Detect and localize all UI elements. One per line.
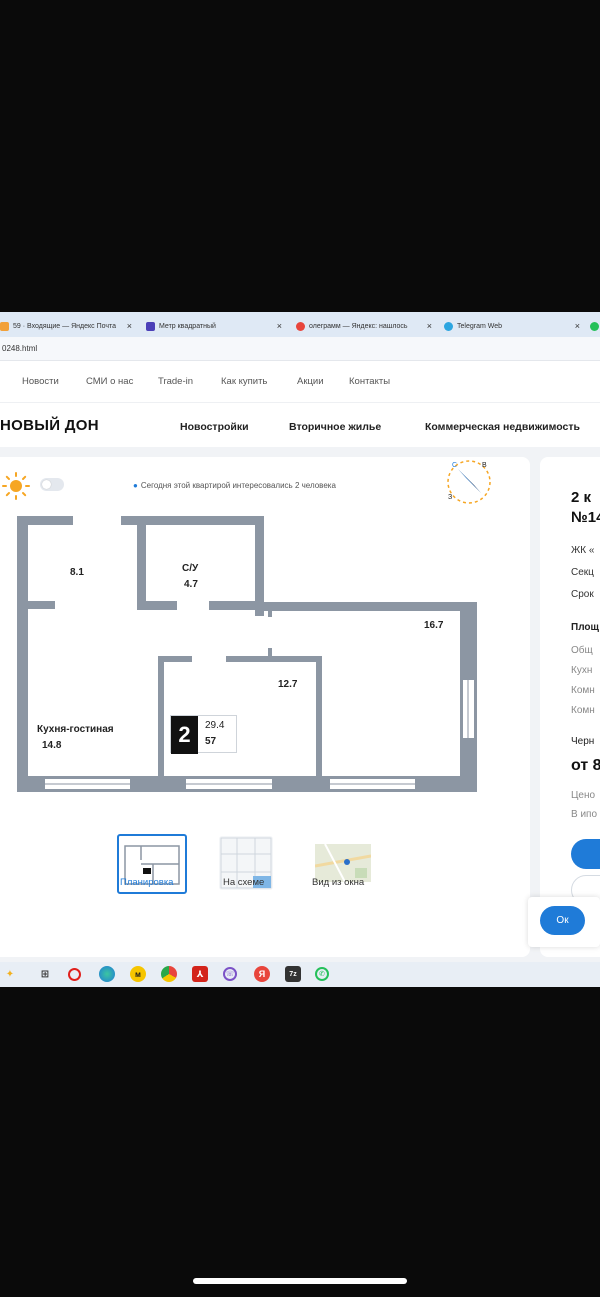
logo-text: НОВЫЙ ДОН <box>0 417 99 434</box>
mail-icon <box>0 321 9 331</box>
term-line: Срок <box>571 589 594 600</box>
chrome-icon[interactable] <box>161 966 177 982</box>
opera-icon[interactable] <box>68 968 81 981</box>
area-total: Общ <box>571 645 593 656</box>
browser-tabbar: 59 · Входящие — Яндекс Почта × Метр квад… <box>0 312 600 337</box>
tab-label: 59 · Входящие — Яндекс Почта <box>13 322 117 330</box>
section-line: Секц <box>571 567 594 578</box>
room-area-8-1: 8.1 <box>70 567 84 578</box>
browser-tab-mail[interactable]: 59 · Входящие — Яндекс Почта × <box>0 315 138 337</box>
browser-tab-telegram[interactable]: Telegram Web × <box>444 315 586 337</box>
viber-icon[interactable]: ☏ <box>223 967 237 981</box>
price-note-1: Цено <box>571 790 596 801</box>
main-nav: НОВЫЙ ДОН Новостройки Вторичное жилье Ко… <box>0 403 600 447</box>
bullet-icon: ● <box>133 481 138 490</box>
price: от 8 <box>571 757 600 774</box>
main-nav-new-buildings[interactable]: Новостройки <box>180 421 249 433</box>
primary-action-button[interactable] <box>571 839 600 869</box>
floor-plan <box>17 516 477 792</box>
ok-button[interactable]: Ок <box>540 906 585 935</box>
browser-tab-metr[interactable]: Метр квадратный × <box>146 315 288 337</box>
tab-label: Метр квадратный <box>159 322 216 330</box>
task-view-icon[interactable]: ⊞ <box>37 966 53 982</box>
yandex-market-icon[interactable]: м <box>130 966 146 982</box>
cookie-popup: Ок <box>528 897 600 947</box>
site-icon <box>146 321 155 331</box>
theme-toggle[interactable] <box>40 478 64 491</box>
top-nav: Новости СМИ о нас Trade-in Как купить Ак… <box>0 361 600 403</box>
tab-window-view[interactable]: Вид из окна <box>312 877 364 888</box>
main-nav-secondary[interactable]: Вторичное жилье <box>289 421 381 433</box>
telegram-icon <box>444 321 453 331</box>
finish-label: Черн <box>571 736 595 747</box>
area-room-2: Комн <box>571 705 595 716</box>
bathroom-area: 4.7 <box>184 579 198 590</box>
tab-label: Telegram Web <box>457 322 503 330</box>
address-url: 0248.html <box>2 344 38 353</box>
whatsapp-taskbar-icon[interactable]: ✆ <box>315 967 329 981</box>
home-indicator[interactable] <box>193 1278 407 1284</box>
compass-north-label: С <box>452 462 457 469</box>
compass-west-label: З <box>448 494 452 501</box>
bathroom-label: С/У <box>182 563 199 574</box>
compass-icon: С В З <box>447 460 491 504</box>
offer-title-1: 2 к <box>571 489 592 506</box>
kitchen-label: Кухня-гостиная <box>37 724 114 735</box>
price-note-2: В ипо <box>571 809 598 820</box>
compass-east-label: В <box>482 462 487 469</box>
pdf-icon[interactable]: ⅄ <box>192 966 208 982</box>
top-nav-media[interactable]: СМИ о нас <box>86 376 133 387</box>
tab-plan[interactable]: Планировка <box>120 877 173 888</box>
tab-label: олеграмм — Яндекс: нашлось <box>309 322 408 330</box>
close-icon[interactable]: × <box>427 321 432 331</box>
room-area-16-7: 16.7 <box>424 620 444 631</box>
logo[interactable]: НОВЫЙ ДОН <box>0 417 99 434</box>
top-nav-tradein[interactable]: Trade-in <box>158 376 193 387</box>
top-nav-news[interactable]: Новости <box>22 376 59 387</box>
edge-icon[interactable] <box>99 966 115 982</box>
top-nav-how-to-buy[interactable]: Как купить <box>221 376 267 387</box>
yandex-browser-icon[interactable]: Я <box>254 966 270 982</box>
browser-window: 59 · Входящие — Яндекс Почта × Метр квад… <box>0 312 600 987</box>
rooms-count: 2 <box>171 716 198 754</box>
yandex-icon <box>296 321 305 331</box>
tab-scheme[interactable]: На схеме <box>223 877 264 888</box>
sparkle-icon[interactable]: ✦ <box>2 966 18 982</box>
flat-badge: 2 29.4 57 <box>170 715 237 754</box>
interest-text: Сегодня этой квартирой интересовались 2 … <box>140 481 336 490</box>
living-area: 29.4 <box>205 720 225 731</box>
kitchen-area: 14.8 <box>42 740 62 751</box>
taskbar: ✦ ⊞ м ⅄ ☏ Я 7z ✆ <box>0 962 600 987</box>
address-bar[interactable]: 0248.html <box>0 337 600 361</box>
browser-tab-extra[interactable] <box>590 315 600 337</box>
interest-note: ● Сегодня этой квартирой интересовались 2… <box>133 481 336 490</box>
browser-tab-yandex[interactable]: олеграмм — Яндекс: нашлось × <box>296 315 438 337</box>
archive-icon[interactable]: 7z <box>285 966 301 982</box>
room-area-12-7: 12.7 <box>278 679 298 690</box>
area-room-1: Комн <box>571 685 595 696</box>
close-icon[interactable]: × <box>127 321 132 331</box>
sun-icon[interactable] <box>2 472 30 500</box>
content-area: ● Сегодня этой квартирой интересовались 2… <box>0 447 600 962</box>
total-area: 57 <box>205 736 217 747</box>
top-nav-promotions[interactable]: Акции <box>297 376 324 387</box>
area-kitchen: Кухн <box>571 665 593 676</box>
offer-title-2: №14 <box>571 509 600 526</box>
main-nav-commercial[interactable]: Коммерческая недвижимость <box>425 421 580 433</box>
close-icon[interactable]: × <box>277 321 282 331</box>
top-nav-contacts[interactable]: Контакты <box>349 376 390 387</box>
area-heading: Площ <box>571 622 599 633</box>
complex-line: ЖК « <box>571 545 595 556</box>
close-icon[interactable]: × <box>575 321 580 331</box>
whatsapp-icon <box>590 321 599 331</box>
